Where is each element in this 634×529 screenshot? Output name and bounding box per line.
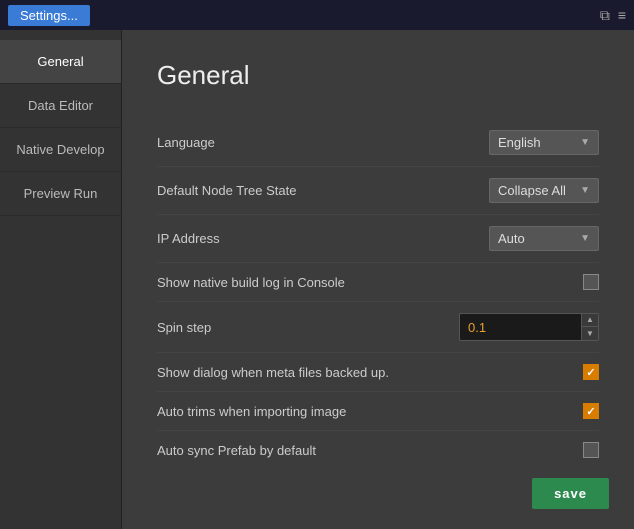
setting-control-show-native-build-log	[583, 274, 599, 290]
setting-row-show-native-build-log: Show native build log in Console	[157, 263, 599, 302]
number-input-spin-step[interactable]	[460, 316, 581, 339]
spinners-spin-step: ▲▼	[581, 314, 598, 340]
window-title: Settings...	[8, 5, 90, 26]
sidebar-item-native-develop[interactable]: Native Develop	[0, 128, 121, 172]
checkbox-show-native-build-log[interactable]	[583, 274, 599, 290]
setting-label-auto-sync-prefab: Auto sync Prefab by default	[157, 443, 316, 458]
setting-label-language: Language	[157, 135, 215, 150]
sidebar: GeneralData EditorNative DevelopPreview …	[0, 30, 122, 529]
setting-label-ip-address: IP Address	[157, 231, 220, 246]
dropdown-ip-address[interactable]: Auto ▼	[489, 226, 599, 251]
setting-row-language: Language English ▼	[157, 119, 599, 167]
setting-control-auto-sync-prefab	[583, 442, 599, 458]
page-title: General	[157, 60, 599, 91]
setting-control-ip-address: Auto ▼	[489, 226, 599, 251]
content-area: General LanguageEnglish▼Default Node Tre…	[122, 30, 634, 529]
menu-icon[interactable]: ≡	[618, 7, 626, 23]
dropdown-value-language: English	[498, 135, 541, 150]
setting-control-language: English ▼	[489, 130, 599, 155]
dropdown-value-ip-address: Auto	[498, 231, 525, 246]
setting-row-show-dialog-meta: Show dialog when meta files backed up.	[157, 353, 599, 392]
dropdown-default-node-tree-state[interactable]: Collapse All ▼	[489, 178, 599, 203]
setting-label-default-node-tree-state: Default Node Tree State	[157, 183, 296, 198]
dropdown-language[interactable]: English ▼	[489, 130, 599, 155]
setting-control-default-node-tree-state: Collapse All ▼	[489, 178, 599, 203]
checkbox-auto-trims[interactable]	[583, 403, 599, 419]
setting-label-spin-step: Spin step	[157, 320, 211, 335]
setting-row-auto-sync-prefab: Auto sync Prefab by default	[157, 431, 599, 469]
setting-row-ip-address: IP Address Auto ▼	[157, 215, 599, 263]
dropdown-arrow-default-node-tree-state: ▼	[580, 185, 590, 196]
setting-control-auto-trims	[583, 403, 599, 419]
setting-control-spin-step: ▲▼	[459, 313, 599, 341]
checkbox-auto-sync-prefab[interactable]	[583, 442, 599, 458]
checkbox-show-dialog-meta[interactable]	[583, 364, 599, 380]
dropdown-value-default-node-tree-state: Collapse All	[498, 183, 566, 198]
window-icon[interactable]: ⧉	[600, 7, 610, 24]
title-bar: Settings... ⧉ ≡	[0, 0, 634, 30]
spinner-up-spin-step[interactable]: ▲	[582, 314, 598, 327]
setting-label-show-native-build-log: Show native build log in Console	[157, 275, 345, 290]
sidebar-item-data-editor[interactable]: Data Editor	[0, 84, 121, 128]
number-wrap-spin-step: ▲▼	[459, 313, 599, 341]
setting-control-show-dialog-meta	[583, 364, 599, 380]
setting-label-show-dialog-meta: Show dialog when meta files backed up.	[157, 365, 389, 380]
dropdown-arrow-language: ▼	[580, 137, 590, 148]
settings-list: Language English ▼ Default Node Tree State C…	[157, 119, 599, 469]
setting-row-auto-trims: Auto trims when importing image	[157, 392, 599, 431]
setting-label-auto-trims: Auto trims when importing image	[157, 404, 346, 419]
sidebar-item-general[interactable]: General	[0, 40, 121, 84]
setting-row-spin-step: Spin step ▲▼	[157, 302, 599, 353]
setting-row-default-node-tree-state: Default Node Tree State Collapse All ▼	[157, 167, 599, 215]
spinner-down-spin-step[interactable]: ▼	[582, 327, 598, 340]
sidebar-item-preview-run[interactable]: Preview Run	[0, 172, 121, 216]
dropdown-arrow-ip-address: ▼	[580, 233, 590, 244]
save-button[interactable]: save	[532, 478, 609, 509]
